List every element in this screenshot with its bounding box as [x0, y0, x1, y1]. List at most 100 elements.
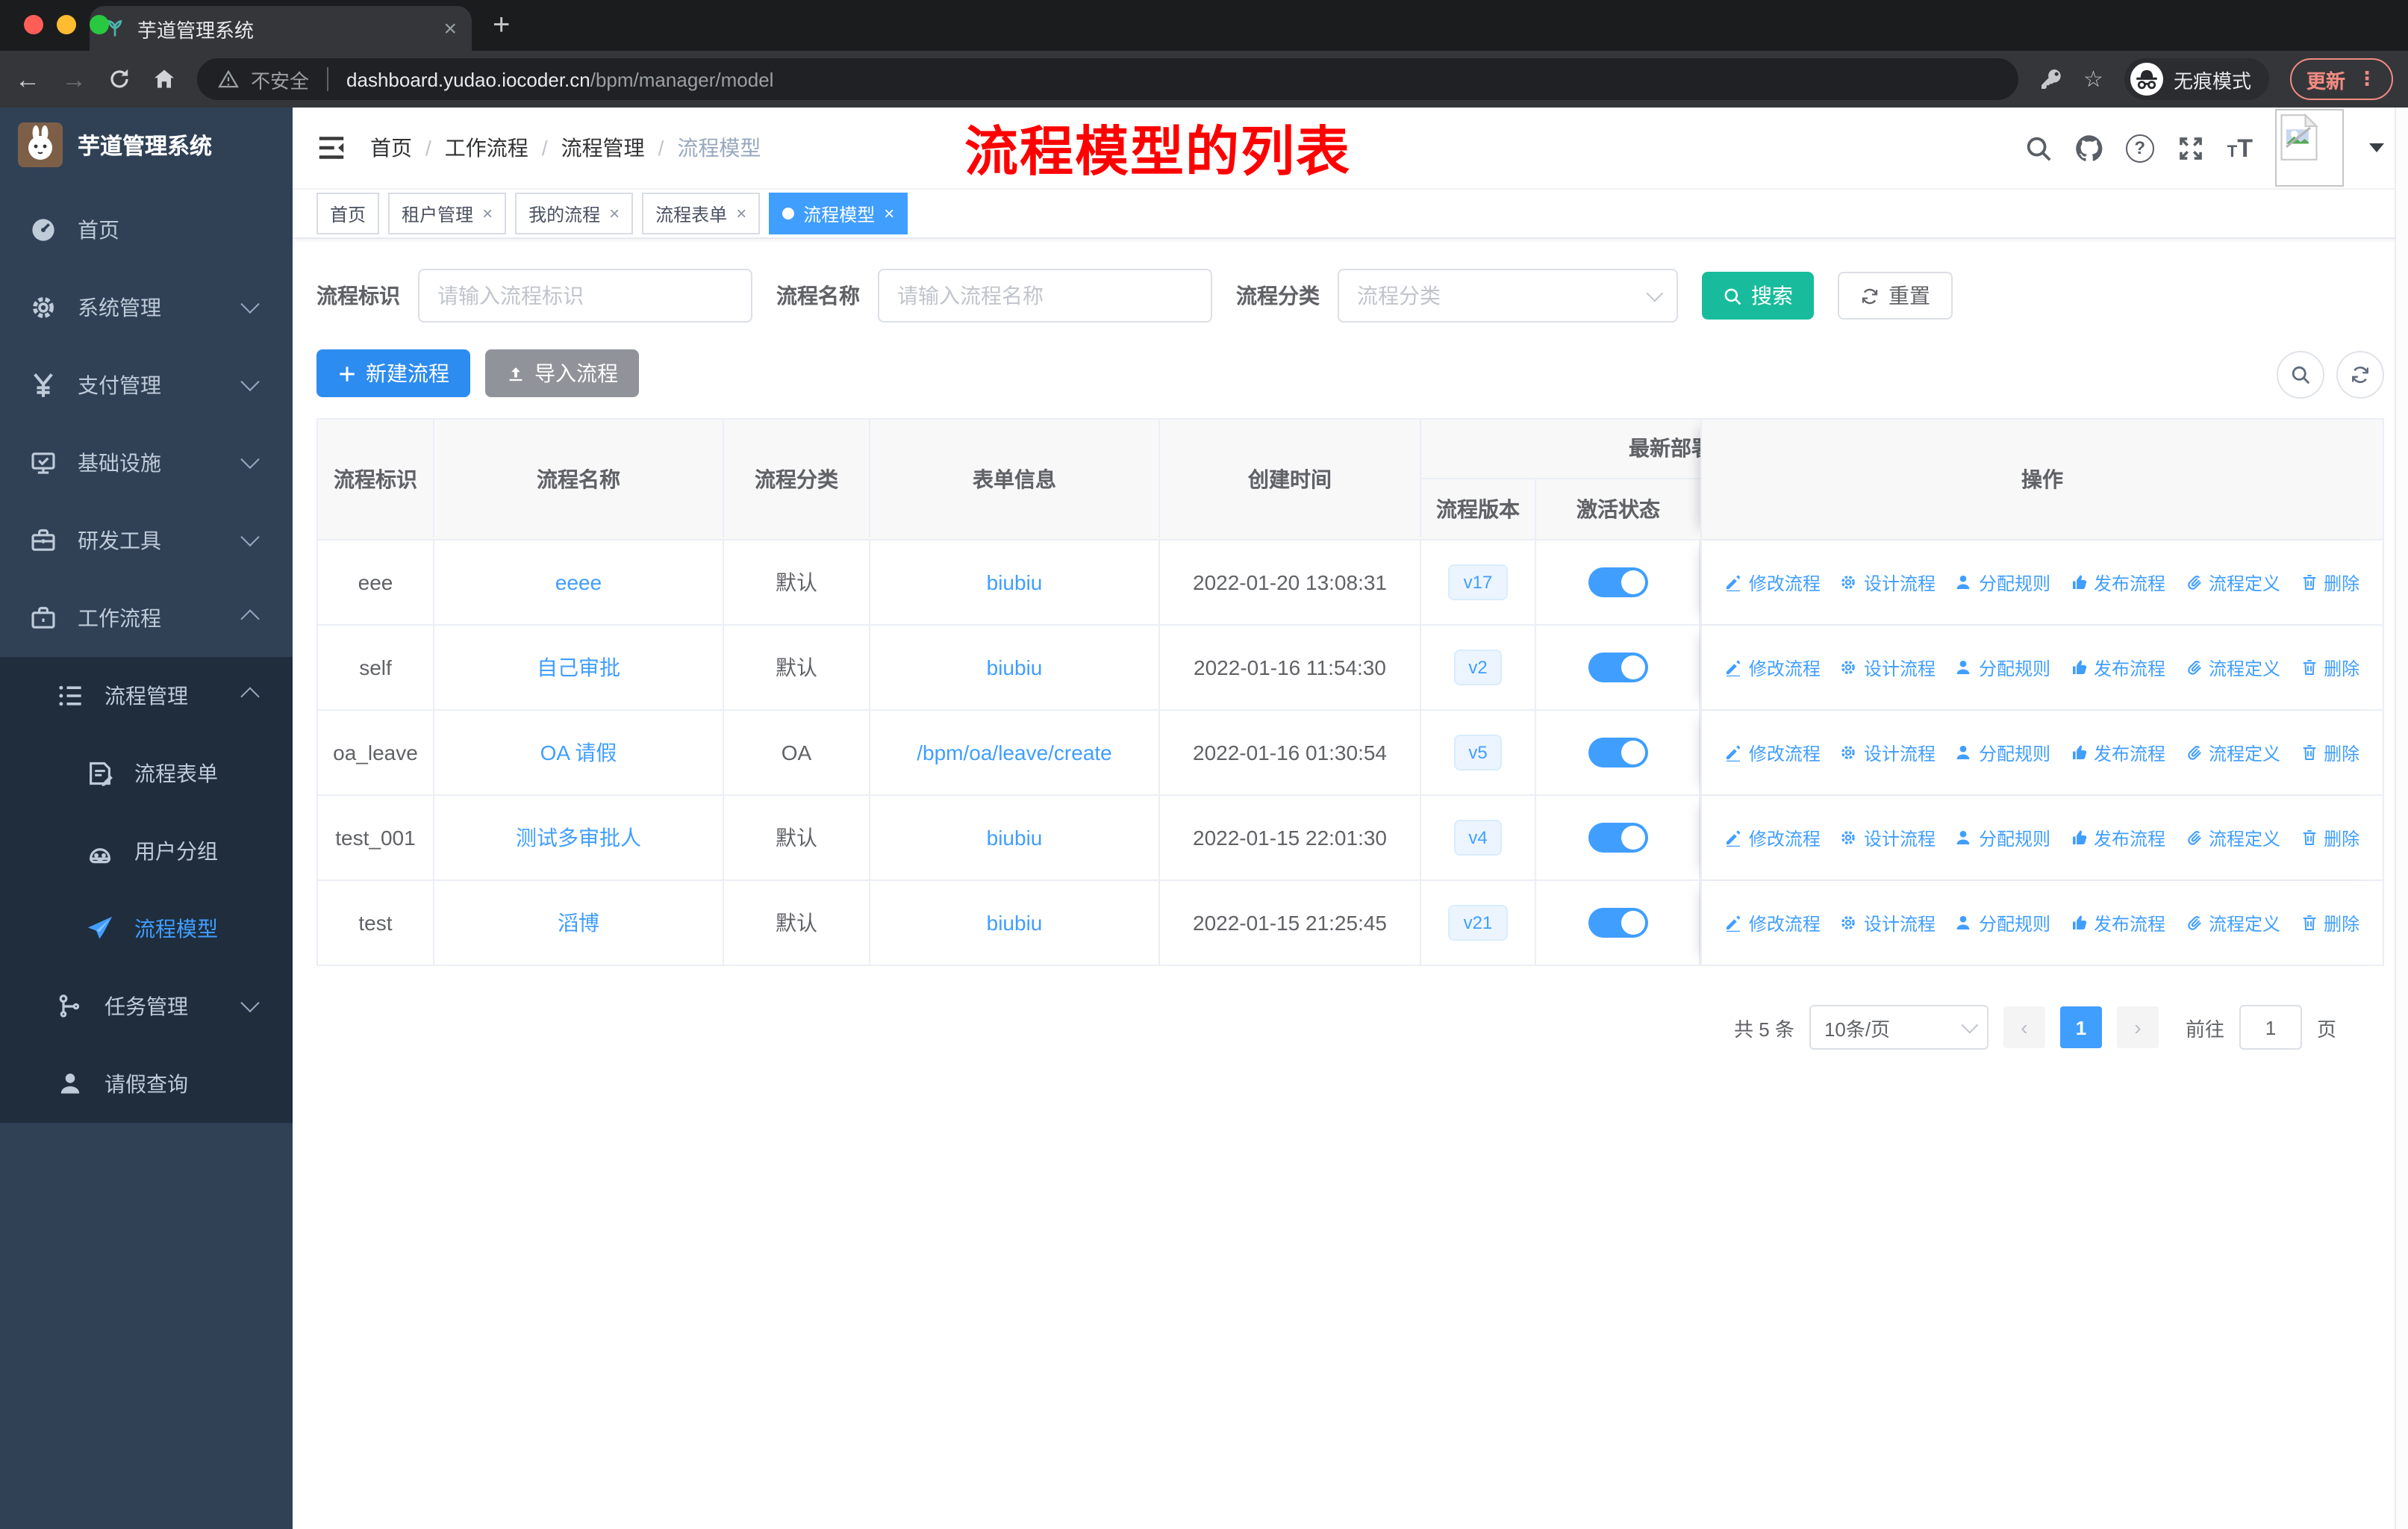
action-clip[interactable]: 流程定义	[2185, 910, 2280, 935]
breadcrumb-item[interactable]: 工作流程	[445, 133, 528, 163]
action-gear2[interactable]: 设计流程	[1840, 570, 1936, 595]
process-name-input[interactable]: 请输入流程名称	[878, 269, 1212, 323]
sidebar-item-tree[interactable]: 任务管理	[0, 968, 293, 1045]
action-trash[interactable]: 删除	[2300, 825, 2359, 850]
sidebar-item-listmenu[interactable]: 流程管理	[0, 657, 293, 735]
bookmark-star-icon[interactable]: ☆	[2083, 66, 2103, 93]
font-size-icon[interactable]: TT	[2227, 135, 2253, 161]
search-icon[interactable]	[2024, 134, 2053, 162]
active-toggle[interactable]	[1588, 738, 1647, 767]
browser-update-button[interactable]: 更新 ⋮	[2289, 58, 2393, 100]
sidebar-item-briefcase[interactable]: 工作流程	[0, 579, 293, 657]
action-userfill[interactable]: 分配规则	[1955, 910, 2050, 935]
prev-page-button[interactable]: ‹	[2003, 1006, 2045, 1048]
action-gear2[interactable]: 设计流程	[1840, 825, 1936, 850]
tag-item[interactable]: 租户管理 ×	[388, 193, 507, 234]
sidebar-item-toolbox[interactable]: 研发工具	[0, 502, 293, 579]
sidebar-item-dashboard[interactable]: 首页	[0, 191, 293, 269]
process-name-link[interactable]: eeee	[555, 570, 602, 594]
action-trash[interactable]: 删除	[2300, 570, 2359, 595]
category-select[interactable]: 流程分类	[1338, 269, 1678, 323]
reset-button[interactable]: 重置	[1838, 272, 1953, 320]
avatar[interactable]	[2275, 109, 2344, 187]
action-userfill[interactable]: 分配规则	[1955, 570, 2050, 595]
forward-icon[interactable]: →	[61, 66, 87, 92]
refresh-table-button[interactable]	[2336, 351, 2384, 399]
tag-close-icon[interactable]: ×	[736, 203, 746, 224]
active-toggle[interactable]	[1588, 653, 1647, 682]
home-icon[interactable]	[152, 67, 176, 91]
form-info-link[interactable]: biubiu	[987, 655, 1043, 679]
action-edit[interactable]: 修改流程	[1725, 825, 1821, 850]
search-button[interactable]: 搜索	[1702, 272, 1814, 320]
tag-close-icon[interactable]: ×	[609, 203, 620, 224]
page-scrollbar[interactable]	[2395, 108, 2408, 1529]
action-thumb[interactable]: 发布流程	[2070, 740, 2165, 765]
tag-close-icon[interactable]: ×	[482, 203, 493, 224]
sidebar-item-formdoc[interactable]: 流程表单	[0, 735, 293, 812]
form-info-link[interactable]: biubiu	[987, 826, 1043, 850]
browser-tab[interactable]: 芋道管理系统 ×	[90, 6, 472, 51]
minimize-window-button[interactable]	[57, 15, 76, 34]
back-icon[interactable]: ←	[15, 66, 40, 92]
form-info-link[interactable]: /bpm/oa/leave/create	[917, 741, 1112, 764]
breadcrumb-item[interactable]: 流程管理	[561, 133, 645, 163]
sidebar-item-yen[interactable]: 支付管理	[0, 346, 293, 424]
goto-page-input[interactable]: 1	[2239, 1005, 2302, 1050]
action-trash[interactable]: 删除	[2300, 910, 2359, 935]
browser-menu-icon[interactable]: ⋮	[2357, 67, 2377, 91]
tag-item[interactable]: 我的流程 ×	[515, 193, 634, 234]
process-name-link[interactable]: 测试多审批人	[516, 823, 641, 853]
action-userfill[interactable]: 分配规则	[1955, 740, 2050, 765]
action-trash[interactable]: 删除	[2300, 740, 2359, 765]
action-gear2[interactable]: 设计流程	[1840, 910, 1936, 935]
new-tab-button[interactable]: +	[493, 6, 510, 45]
action-userfill[interactable]: 分配规则	[1955, 825, 2050, 850]
toggle-search-button[interactable]	[2277, 351, 2324, 399]
sidebar-item-gear[interactable]: 系统管理	[0, 269, 293, 346]
action-clip[interactable]: 流程定义	[2185, 825, 2280, 850]
action-clip[interactable]: 流程定义	[2185, 655, 2280, 680]
sidebar-item-robot[interactable]: 用户分组	[0, 812, 293, 890]
address-bar[interactable]: 不安全 dashboard.yudao.iocoder.cn/bpm/manag…	[197, 58, 2018, 100]
github-icon[interactable]	[2075, 134, 2103, 162]
action-thumb[interactable]: 发布流程	[2070, 910, 2165, 935]
key-icon[interactable]	[2039, 67, 2062, 91]
form-info-link[interactable]: biubiu	[987, 911, 1043, 935]
sidebar-item-person[interactable]: 请假查询	[0, 1045, 293, 1123]
active-toggle[interactable]	[1588, 908, 1647, 938]
zoom-window-button[interactable]	[90, 15, 109, 34]
tab-close-icon[interactable]: ×	[443, 16, 457, 41]
tag-active[interactable]: 流程模型 ×	[769, 193, 908, 234]
process-id-input[interactable]: 请输入流程标识	[418, 269, 752, 323]
sidebar-item-monitor[interactable]: 基础设施	[0, 424, 293, 502]
tag-item[interactable]: 首页	[316, 193, 380, 234]
create-process-button[interactable]: 新建流程	[316, 349, 470, 397]
process-name-link[interactable]: 自己审批	[537, 653, 620, 682]
avatar-caret-icon[interactable]	[2369, 143, 2384, 152]
action-gear2[interactable]: 设计流程	[1840, 655, 1936, 680]
action-userfill[interactable]: 分配规则	[1955, 655, 2050, 680]
breadcrumb-item[interactable]: 首页	[370, 133, 412, 163]
tag-item[interactable]: 流程表单 ×	[642, 193, 761, 234]
process-name-link[interactable]: 滔博	[558, 908, 599, 938]
action-edit[interactable]: 修改流程	[1725, 910, 1821, 935]
action-edit[interactable]: 修改流程	[1725, 740, 1821, 765]
process-name-link[interactable]: OA 请假	[540, 738, 617, 767]
action-edit[interactable]: 修改流程	[1725, 655, 1821, 680]
import-process-button[interactable]: 导入流程	[485, 349, 639, 397]
breadcrumb-item[interactable]: 流程模型	[677, 133, 761, 163]
close-window-button[interactable]	[24, 15, 43, 34]
hamburger-icon[interactable]	[316, 133, 346, 163]
fullscreen-icon[interactable]	[2177, 134, 2205, 162]
action-clip[interactable]: 流程定义	[2185, 740, 2280, 765]
next-page-button[interactable]: ›	[2116, 1006, 2159, 1048]
page-size-select[interactable]: 10条/页	[1809, 1005, 1989, 1050]
current-page-button[interactable]: 1	[2059, 1006, 2102, 1048]
action-thumb[interactable]: 发布流程	[2070, 655, 2165, 680]
action-trash[interactable]: 删除	[2300, 655, 2359, 680]
form-info-link[interactable]: biubiu	[987, 570, 1043, 594]
action-gear2[interactable]: 设计流程	[1840, 740, 1936, 765]
active-toggle[interactable]	[1588, 823, 1647, 853]
action-clip[interactable]: 流程定义	[2185, 570, 2280, 595]
